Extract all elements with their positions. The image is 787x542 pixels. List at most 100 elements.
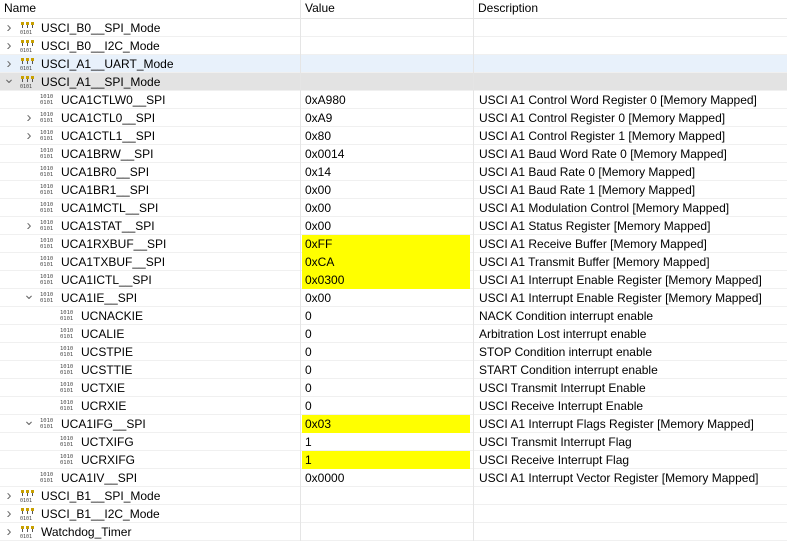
value-cell[interactable]: 0 bbox=[300, 325, 473, 343]
chevron-right-icon[interactable]: › bbox=[23, 217, 35, 235]
register-row[interactable]: ⌄ 1010 0101 UCA1IE__SPI 0x00 USCI A1 Interrup… bbox=[0, 289, 787, 307]
value-cell bbox=[300, 487, 473, 505]
register-row[interactable]: 1010 0101 UCA1BRW__SPI 0x0014 USCI A1 Baud W… bbox=[0, 145, 787, 163]
value-cell[interactable]: 1 bbox=[300, 451, 473, 469]
description-cell: USCI A1 Control Register 1 [Memory Mappe… bbox=[473, 127, 787, 145]
register-row[interactable]: ⌄ 1010 0101 UCA1IFG__SPI 0x03 USCI A1 Interru… bbox=[0, 415, 787, 433]
value-label: 0 bbox=[305, 309, 312, 323]
register-icon: 1010 0101 bbox=[40, 94, 54, 106]
register-row[interactable]: 1010 0101 UCA1ICTL__SPI 0x0300 USCI A1 Inter… bbox=[0, 271, 787, 289]
register-row[interactable]: › 1010 0101 UCA1CTL1__SPI 0x80 USCI A1 Contro… bbox=[0, 127, 787, 145]
register-row[interactable]: › 1010 0101 UCA1CTL0__SPI 0xA9 USCI A1 Contro… bbox=[0, 109, 787, 127]
value-cell[interactable]: 0xA980 bbox=[300, 91, 473, 109]
peripheral-row[interactable]: › 0101 Watchdog_Timer bbox=[0, 523, 787, 541]
value-cell[interactable]: 0x80 bbox=[300, 127, 473, 145]
value-cell[interactable]: 0x00 bbox=[300, 217, 473, 235]
register-row[interactable]: 1010 0101 UCA1IV__SPI 0x0000 USCI A1 Interru… bbox=[0, 469, 787, 487]
chevron-right-icon[interactable]: › bbox=[3, 55, 15, 73]
value-cell[interactable]: 0 bbox=[300, 307, 473, 325]
name-cell: ⌄ 1010 0101 UCA1IFG__SPI bbox=[0, 415, 300, 433]
name-label: USCI_B1__SPI_Mode bbox=[41, 489, 161, 503]
peripheral-row[interactable]: › 0101 USCI_B1__SPI_Mode bbox=[0, 487, 787, 505]
value-cell[interactable]: 0x0300 bbox=[300, 271, 473, 289]
register-row[interactable]: 1010 0101 UCA1TXBUF__SPI 0xCA USCI A1 Transm… bbox=[0, 253, 787, 271]
name-cell: › 1010 0101 UCA1CTL0__SPI bbox=[0, 109, 300, 127]
description-cell: USCI A1 Modulation Control [Memory Mappe… bbox=[473, 199, 787, 217]
value-column-header[interactable]: Value bbox=[301, 0, 473, 19]
value-cell bbox=[300, 73, 473, 91]
register-row[interactable]: 1010 0101 UCA1CTLW0__SPI 0xA980 USCI A1 Cont… bbox=[0, 91, 787, 109]
name-label: Watchdog_Timer bbox=[41, 525, 132, 539]
register-row[interactable]: 1010 0101 UCSTTIE 0 START Condition interrup… bbox=[0, 361, 787, 379]
chevron-right-icon[interactable]: › bbox=[3, 487, 15, 505]
value-cell[interactable]: 0x0014 bbox=[300, 145, 473, 163]
value-cell[interactable]: 0x00 bbox=[300, 289, 473, 307]
peripheral-row[interactable]: › 0101 USCI_B0__I2C_Mode bbox=[0, 37, 787, 55]
peripheral-icon: 0101 bbox=[20, 525, 36, 540]
description-cell: USCI A1 Interrupt Enable Register [Memor… bbox=[473, 289, 787, 307]
register-row[interactable]: 1010 0101 UCRXIE 0 USCI Receive Interrupt En… bbox=[0, 397, 787, 415]
description-column-header[interactable]: Description bbox=[474, 0, 787, 19]
register-row[interactable]: 1010 0101 UCA1MCTL__SPI 0x00 USCI A1 Modulat… bbox=[0, 199, 787, 217]
register-row[interactable]: 1010 0101 UCA1RXBUF__SPI 0xFF USCI A1 Receiv… bbox=[0, 235, 787, 253]
name-label: USCI_A1__SPI_Mode bbox=[41, 75, 161, 89]
value-cell[interactable]: 0xCA bbox=[300, 253, 473, 271]
chevron-right-icon[interactable]: › bbox=[3, 37, 15, 55]
name-label: UCA1TXBUF__SPI bbox=[61, 255, 166, 269]
register-row[interactable]: 1010 0101 UCA1BR1__SPI 0x00 USCI A1 Baud Rat… bbox=[0, 181, 787, 199]
chevron-right-icon[interactable]: › bbox=[23, 127, 35, 145]
value-cell[interactable]: 0x03 bbox=[300, 415, 473, 433]
register-row[interactable]: 1010 0101 UCALIE 0 Arbitration Lost interrup… bbox=[0, 325, 787, 343]
value-cell[interactable]: 0 bbox=[300, 397, 473, 415]
peripheral-row[interactable]: › 0101 USCI_B0__SPI_Mode bbox=[0, 19, 787, 37]
chevron-right-icon[interactable]: › bbox=[3, 19, 15, 37]
register-row[interactable]: 1010 0101 UCTXIFG 1 USCI Transmit Interrupt … bbox=[0, 433, 787, 451]
svg-text:0101: 0101 bbox=[20, 84, 32, 89]
register-icon: 1010 0101 bbox=[40, 238, 54, 250]
name-label: UCA1RXBUF__SPI bbox=[61, 237, 167, 251]
value-cell[interactable]: 0x00 bbox=[300, 181, 473, 199]
name-cell: › 0101 USCI_B1__I2C_Mode bbox=[0, 505, 300, 523]
chevron-down-icon[interactable]: ⌄ bbox=[23, 289, 35, 307]
peripheral-row[interactable]: ⌄ 0101 USCI_A1__SPI_Mode bbox=[0, 73, 787, 91]
register-row[interactable]: 1010 0101 UCNACKIE 0 NACK Condition interrup… bbox=[0, 307, 787, 325]
value-cell[interactable]: 0 bbox=[300, 343, 473, 361]
name-label: UCRXIE bbox=[81, 399, 127, 413]
value-label: 0xA980 bbox=[305, 93, 346, 107]
register-row[interactable]: 1010 0101 UCA1BR0__SPI 0x14 USCI A1 Baud Rat… bbox=[0, 163, 787, 181]
register-row[interactable]: 1010 0101 UCSTPIE 0 STOP Condition interrupt… bbox=[0, 343, 787, 361]
chevron-down-icon[interactable]: ⌄ bbox=[3, 73, 15, 91]
chevron-right-icon[interactable]: › bbox=[3, 505, 15, 523]
peripheral-icon: 0101 bbox=[20, 39, 36, 54]
value-cell[interactable]: 0 bbox=[300, 379, 473, 397]
value-cell[interactable]: 1 bbox=[300, 433, 473, 451]
name-column-header[interactable]: Name bbox=[0, 0, 300, 19]
value-cell[interactable]: 0x0000 bbox=[300, 469, 473, 487]
register-icon: 1010 0101 bbox=[60, 310, 74, 322]
register-row[interactable]: 1010 0101 UCTXIE 0 USCI Transmit Interrupt E… bbox=[0, 379, 787, 397]
register-icon: 1010 0101 bbox=[40, 292, 54, 304]
name-label: UCA1BR0__SPI bbox=[61, 165, 150, 179]
register-icon: 1010 0101 bbox=[60, 382, 74, 394]
register-icon: 1010 0101 bbox=[40, 256, 54, 268]
value-cell bbox=[300, 19, 473, 37]
value-cell[interactable]: 0x00 bbox=[300, 199, 473, 217]
name-cell: › 1010 0101 UCA1STAT__SPI bbox=[0, 217, 300, 235]
description-cell: USCI A1 Baud Rate 1 [Memory Mapped] bbox=[473, 181, 787, 199]
register-icon: 1010 0101 bbox=[60, 328, 74, 340]
chevron-right-icon[interactable]: › bbox=[23, 109, 35, 127]
register-row[interactable]: › 1010 0101 UCA1STAT__SPI 0x00 USCI A1 Status… bbox=[0, 217, 787, 235]
value-cell[interactable]: 0x14 bbox=[300, 163, 473, 181]
name-label: UCA1ICTL__SPI bbox=[61, 273, 152, 287]
peripheral-row[interactable]: › 0101 USCI_B1__I2C_Mode bbox=[0, 505, 787, 523]
chevron-right-icon[interactable]: › bbox=[3, 523, 15, 541]
chevron-down-icon[interactable]: ⌄ bbox=[23, 415, 35, 433]
value-cell[interactable]: 0 bbox=[300, 361, 473, 379]
register-row[interactable]: 1010 0101 UCRXIFG 1 USCI Receive Interrupt F… bbox=[0, 451, 787, 469]
value-cell[interactable]: 0xFF bbox=[300, 235, 473, 253]
peripheral-row[interactable]: › 0101 USCI_A1__UART_Mode bbox=[0, 55, 787, 73]
register-icon: 1010 0101 bbox=[60, 346, 74, 358]
value-label: 0 bbox=[305, 399, 312, 413]
name-label: UCA1CTL0__SPI bbox=[61, 111, 156, 125]
value-cell[interactable]: 0xA9 bbox=[300, 109, 473, 127]
